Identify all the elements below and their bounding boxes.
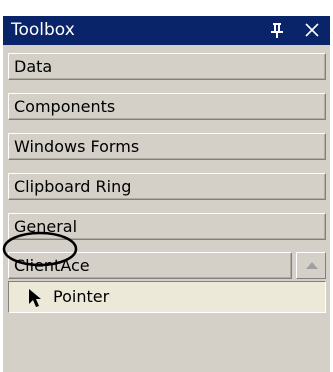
tab-clipboard-ring[interactable]: Clipboard Ring [8,173,326,200]
highlight-ellipse [2,231,78,267]
pin-icon[interactable] [269,20,285,40]
tab-windows-forms[interactable]: Windows Forms [8,133,326,160]
scroll-up-arrow-icon [306,262,318,269]
toolbox-title: Toolbox [11,20,75,40]
toolbox-item-label: Pointer [53,287,110,306]
toolbox-items-panel: Pointer [8,281,326,372]
toolbox-title-bar[interactable]: Toolbox [3,16,330,45]
tab-data[interactable]: Data [8,53,326,80]
close-icon[interactable] [303,20,321,40]
toolbox-item-pointer[interactable]: Pointer [8,281,326,313]
scroll-up-button[interactable] [296,252,326,279]
toolbox-window: Toolbox Data Components Windows Forms Cl… [3,16,330,372]
tab-components[interactable]: Components [8,93,326,120]
pointer-arrow-icon [29,289,41,307]
